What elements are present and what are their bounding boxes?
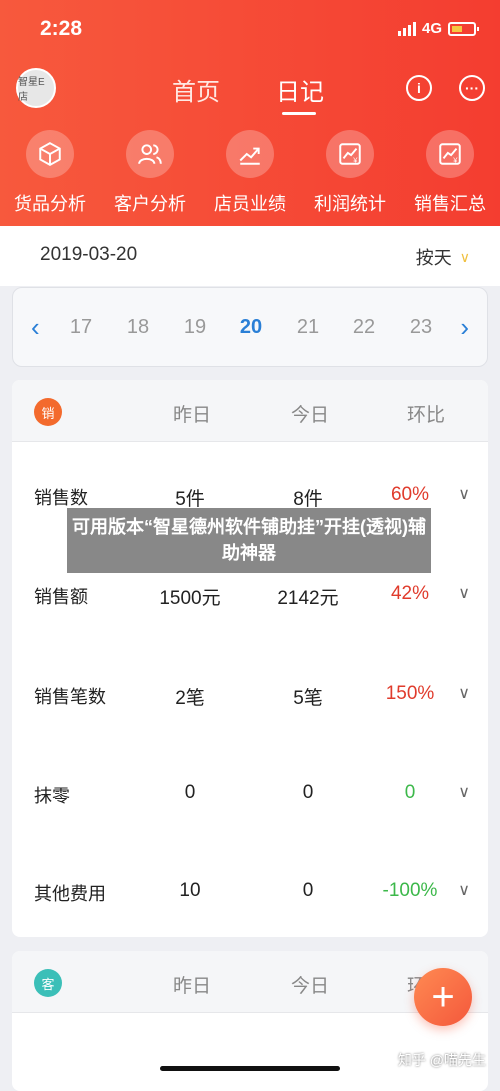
row-yesterday: 1500元 bbox=[159, 588, 221, 609]
chevron-down-icon[interactable]: ∨ bbox=[458, 583, 470, 603]
signal-icon bbox=[397, 21, 416, 36]
add-button[interactable]: + bbox=[414, 968, 472, 1026]
sales-badge: 销 bbox=[34, 398, 62, 426]
row-ratio: 150% bbox=[385, 683, 435, 704]
sales-card-header: 销 昨日 今日 环比 bbox=[12, 380, 488, 442]
table-row[interactable]: 抹零 0 0 0 ∨ bbox=[12, 774, 488, 814]
battery-icon bbox=[448, 21, 479, 36]
selected-date[interactable]: 2019-03-20 bbox=[40, 244, 137, 266]
trend-icon bbox=[226, 130, 274, 178]
shortcut-label: 利润统计 bbox=[314, 194, 386, 214]
plus-icon: + bbox=[431, 974, 455, 1019]
chevron-down-icon[interactable]: ∨ bbox=[458, 782, 470, 802]
shortcut-label: 货品分析 bbox=[14, 194, 86, 214]
status-time: 2:28 bbox=[40, 17, 83, 40]
column-today: 今日 bbox=[290, 976, 329, 997]
overlay-banner: 可用版本“智星德州软件铺助挂”开挂(透视)辅助神器 bbox=[67, 508, 431, 573]
sales-card: 销 昨日 今日 环比 销售数 5件 8件 60% ∨ 销售额 1500元 214… bbox=[12, 380, 488, 937]
column-yesterday: 昨日 bbox=[172, 405, 211, 426]
shortcut-label: 销售汇总 bbox=[414, 194, 486, 214]
row-yesterday: 10 bbox=[179, 880, 201, 901]
customer-badge: 客 bbox=[34, 969, 62, 997]
period-selector[interactable]: 按天 ∨ bbox=[416, 244, 470, 270]
shortcut-label: 店员业绩 bbox=[214, 194, 286, 214]
row-label: 其他费用 bbox=[34, 884, 106, 904]
users-icon bbox=[126, 130, 174, 178]
row-label: 销售笔数 bbox=[34, 687, 106, 707]
row-label: 销售额 bbox=[34, 587, 88, 607]
network-label: 4G bbox=[421, 20, 442, 37]
status-bar: 2:28 4G bbox=[0, 0, 500, 60]
active-tab-indicator bbox=[282, 112, 316, 115]
day-item[interactable]: 22 bbox=[344, 316, 384, 339]
table-row[interactable]: 销售额 1500元 2142元 42% ∨ bbox=[12, 575, 488, 615]
row-ratio: 42% bbox=[390, 583, 430, 604]
row-today: 8件 bbox=[293, 489, 323, 510]
row-ratio: 0 bbox=[404, 782, 416, 803]
row-today: 2142元 bbox=[277, 588, 339, 609]
row-yesterday: 2笔 bbox=[175, 688, 205, 709]
home-indicator bbox=[160, 1066, 340, 1071]
sales-chart-icon: ¥ bbox=[426, 130, 474, 178]
column-today: 今日 bbox=[290, 405, 329, 426]
chevron-left-icon[interactable]: ‹ bbox=[31, 312, 40, 343]
chevron-right-icon[interactable]: › bbox=[460, 312, 469, 343]
row-today: 0 bbox=[302, 880, 314, 901]
tab-diary[interactable]: 日记 bbox=[276, 72, 324, 107]
day-item[interactable]: 17 bbox=[61, 316, 101, 339]
day-item[interactable]: 19 bbox=[175, 316, 215, 339]
profit-chart-icon: ¥ bbox=[326, 130, 374, 178]
chevron-down-icon[interactable]: ∨ bbox=[458, 683, 470, 703]
status-indicators: 4G bbox=[397, 20, 479, 37]
chevron-down-icon[interactable]: ∨ bbox=[458, 880, 470, 900]
row-ratio: 60% bbox=[390, 484, 430, 505]
table-row[interactable]: 销售笔数 2笔 5笔 150% ∨ bbox=[12, 675, 488, 715]
date-bar: 2019-03-20 按天 ∨ bbox=[0, 226, 500, 286]
app-header: 2:28 4G 智星E店 首页 日记 i ··· 货品分析 客户分析 店员业绩 … bbox=[0, 0, 500, 226]
day-item-selected[interactable]: 20 bbox=[231, 316, 271, 339]
row-label: 抹零 bbox=[34, 786, 70, 806]
shortcut-sales-summary[interactable]: ¥ 销售汇总 bbox=[400, 130, 500, 216]
column-yesterday: 昨日 bbox=[172, 976, 211, 997]
shortcut-bar: 货品分析 客户分析 店员业绩 ¥ 利润统计 ¥ 销售汇总 bbox=[0, 130, 500, 216]
tab-home[interactable]: 首页 bbox=[172, 72, 220, 107]
info-icon[interactable]: i bbox=[406, 75, 432, 101]
shortcut-staff-performance[interactable]: 店员业绩 bbox=[200, 130, 300, 216]
row-today: 0 bbox=[302, 782, 314, 803]
row-label: 销售数 bbox=[34, 488, 88, 508]
footer-watermark: 知乎 @喵先生 bbox=[397, 1052, 486, 1068]
chat-icon[interactable]: ··· bbox=[459, 75, 485, 101]
column-ratio: 环比 bbox=[406, 405, 445, 426]
day-item[interactable]: 21 bbox=[288, 316, 328, 339]
day-item[interactable]: 18 bbox=[118, 316, 158, 339]
row-yesterday: 0 bbox=[184, 782, 196, 803]
chevron-down-icon: ∨ bbox=[459, 248, 470, 265]
table-row[interactable]: 其他费用 10 0 -100% ∨ bbox=[12, 872, 488, 912]
shortcut-customer-analysis[interactable]: 客户分析 bbox=[100, 130, 200, 216]
shortcut-goods-analysis[interactable]: 货品分析 bbox=[0, 130, 100, 216]
shortcut-label: 客户分析 bbox=[114, 194, 186, 214]
period-label: 按天 bbox=[415, 248, 452, 268]
shortcut-profit-stats[interactable]: ¥ 利润统计 bbox=[300, 130, 400, 216]
row-ratio: -100% bbox=[382, 880, 438, 901]
row-yesterday: 5件 bbox=[175, 489, 205, 510]
cube-icon bbox=[26, 130, 74, 178]
day-item[interactable]: 23 bbox=[401, 316, 441, 339]
chevron-down-icon[interactable]: ∨ bbox=[458, 484, 470, 504]
day-strip: ‹ 17 18 19 20 21 22 23 › bbox=[12, 287, 488, 367]
row-today: 5笔 bbox=[293, 688, 323, 709]
